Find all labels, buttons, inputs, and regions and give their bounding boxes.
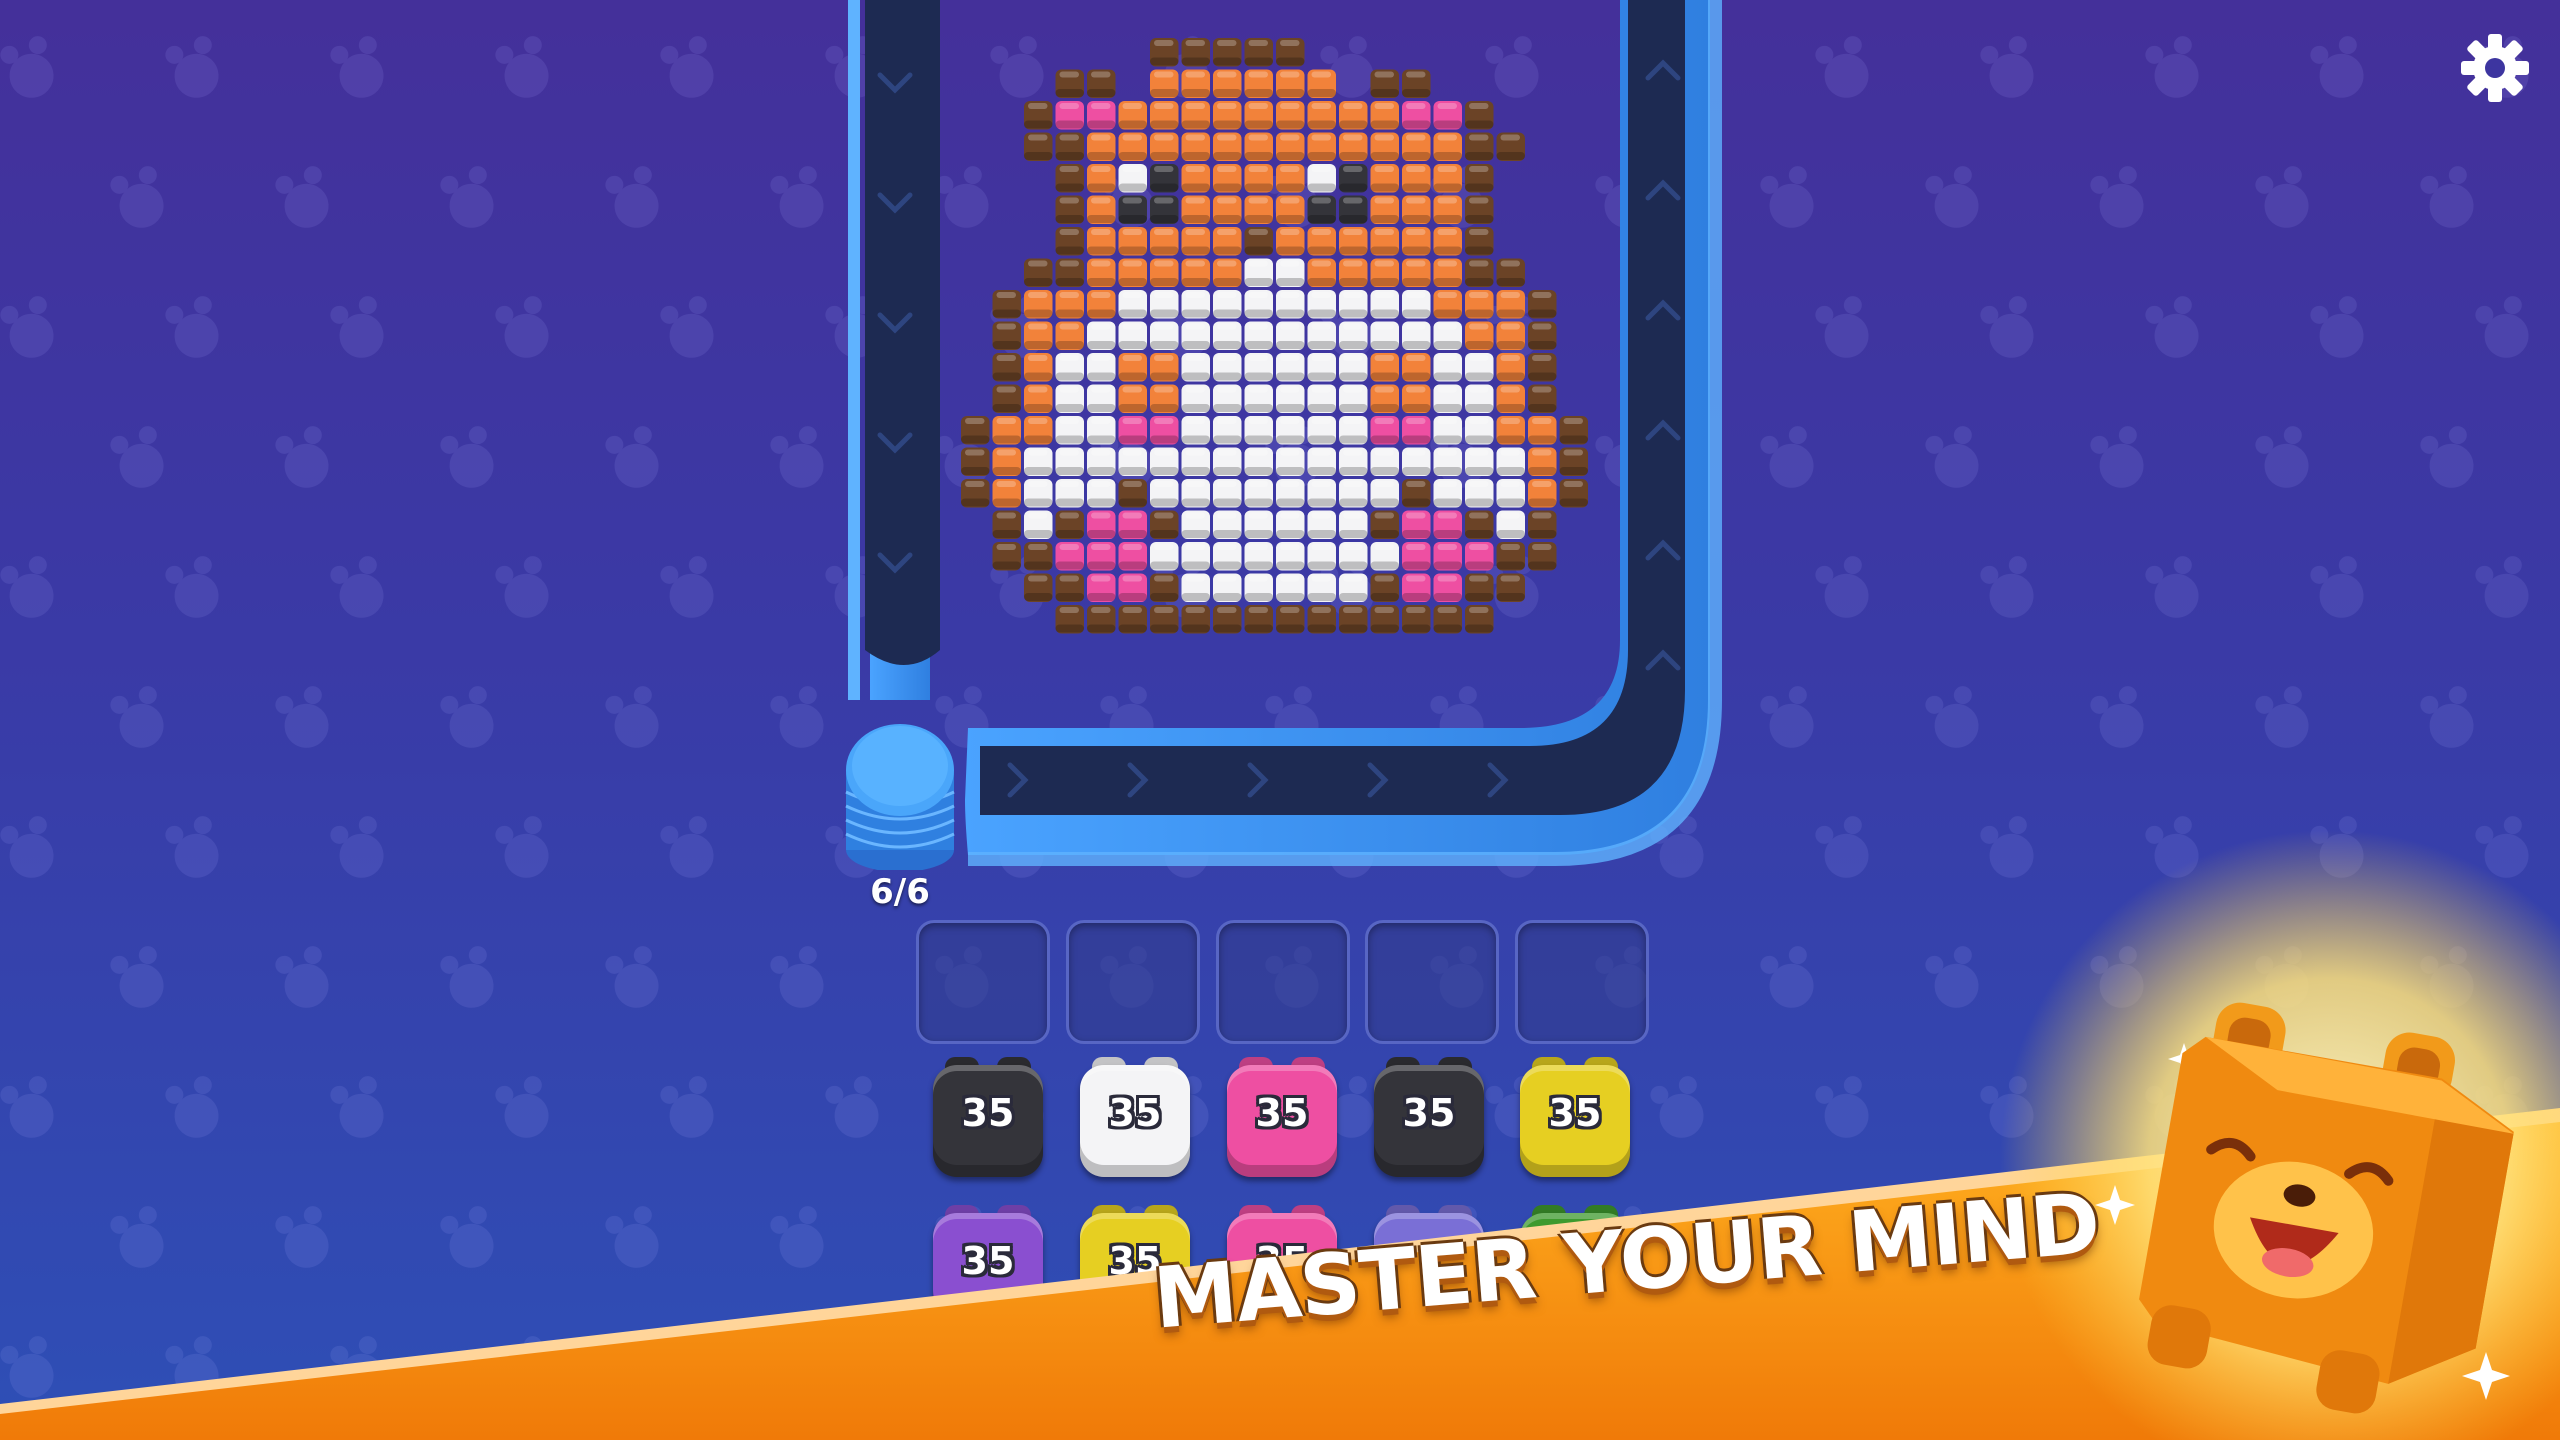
mascot-bear-cube <box>2139 1002 2514 1414</box>
